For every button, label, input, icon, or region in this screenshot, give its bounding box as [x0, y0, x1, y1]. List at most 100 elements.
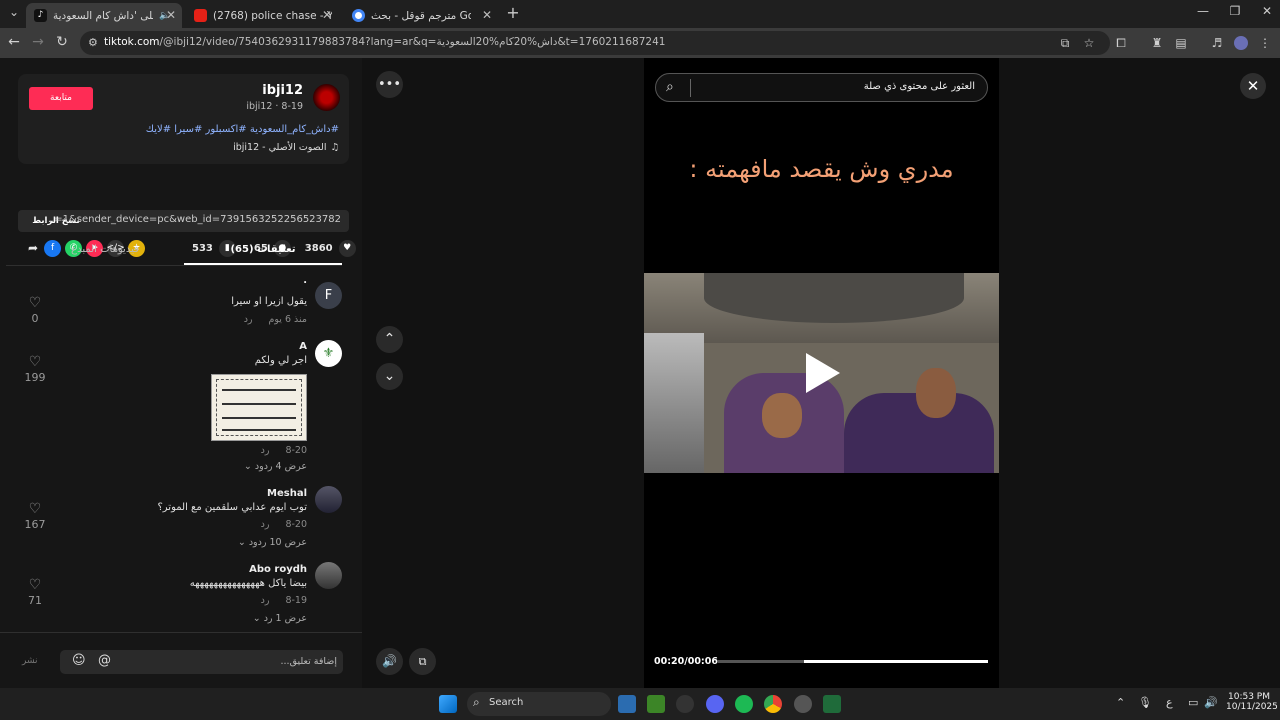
minimize-button[interactable]: —	[1188, 4, 1218, 18]
unity-icon[interactable]	[676, 695, 694, 713]
tab-search-chevron-icon[interactable]: ⌄	[0, 5, 28, 19]
more-options-button[interactable]: •••	[376, 71, 403, 98]
comment-likes: 167	[24, 518, 46, 531]
url-text[interactable]: tiktok.com/@ibji12/video/754036293117988…	[104, 36, 665, 48]
network-icon[interactable]: ▭	[1188, 696, 1198, 709]
tab-google[interactable]: مترجم قوقل - بحث Google ✕	[344, 3, 500, 28]
comment-image-calligraphy[interactable]	[211, 374, 307, 441]
commenter-avatar[interactable]	[315, 486, 342, 513]
hashtags[interactable]: #داش_كام_السعودية #اكسبلور #سيرا #لايك	[146, 124, 339, 135]
profile-avatar-icon[interactable]	[1234, 36, 1248, 50]
back-icon[interactable]: ←	[4, 34, 24, 50]
commenter-avatar-emblem-icon[interactable]: ⚜	[315, 340, 342, 367]
taskbar-search-label: Search	[489, 697, 524, 708]
details-panel: متابعة ibji12 ibji12 · 8-19 #داش_كام_الس…	[0, 58, 362, 688]
reply-button[interactable]: رد	[261, 595, 270, 606]
tab-comments[interactable]: تعليقات (65)	[184, 244, 342, 265]
app-icon[interactable]	[618, 695, 636, 713]
video-frame[interactable]	[644, 273, 999, 473]
view-replies-button[interactable]: عرض 1 رد ⌄	[253, 613, 307, 624]
author-name[interactable]: ibji12	[262, 83, 303, 98]
extensions-icon[interactable]: ⧠	[1114, 36, 1128, 50]
new-tab-button[interactable]: +	[498, 3, 528, 22]
address-bar-row: ← → ↻ ⚙ tiktok.com/@ibji12/video/7540362…	[0, 28, 1280, 58]
taskbar: ⌕ Search ⌃ 🎙 ع ▭ 🔊 10:53 PM 10/11/2025	[0, 688, 1280, 720]
site-info-icon[interactable]: ⚙	[88, 36, 98, 49]
play-icon[interactable]	[806, 353, 840, 393]
install-app-icon[interactable]: ⧉	[1058, 36, 1072, 50]
extension-icon[interactable]: ♜	[1150, 36, 1164, 50]
sidebar-icon[interactable]: ▤	[1174, 36, 1188, 50]
clock[interactable]: 10:53 PM 10/11/2025	[1226, 692, 1278, 712]
tab-title: (2768) police chase - YouTube	[213, 9, 332, 22]
video-player[interactable]: ⌕ العثور على محتوى ذي صلة مدري وش يقصد م…	[644, 58, 999, 688]
share-link-text[interactable]: ...=1&sender_device=pc&web_id=7391563252…	[45, 214, 341, 225]
minecraft-icon[interactable]	[647, 695, 665, 713]
tab-close-icon[interactable]: ✕	[482, 8, 492, 22]
media-icon[interactable]: ♬	[1210, 36, 1224, 50]
tab-close-icon[interactable]: ✕	[322, 8, 332, 22]
excel-icon[interactable]	[823, 695, 841, 713]
omnibox[interactable]: ⚙ tiktok.com/@ibji12/video/7540362931179…	[80, 31, 1110, 55]
spotify-icon[interactable]	[735, 695, 753, 713]
comment-meta: منذ 6 يوم رد	[243, 314, 307, 325]
commenter-name[interactable]: A	[299, 341, 307, 352]
previous-video-button[interactable]: ⌃	[376, 326, 403, 353]
close-window-button[interactable]: ✕	[1252, 4, 1280, 18]
reload-icon[interactable]: ↻	[52, 34, 72, 50]
tab-strip: ⌄ ♪ اعثر على 'داش كام السعودية 🔈 ✕ (2768…	[0, 0, 1280, 28]
tray-chevron-icon[interactable]: ⌃	[1116, 696, 1125, 709]
comment-likes: 199	[24, 371, 46, 384]
taskbar-search[interactable]: ⌕ Search	[467, 692, 611, 716]
related-search-bar[interactable]: ⌕ العثور على محتوى ذي صلة	[655, 73, 988, 102]
commenter-name[interactable]: Meshal	[267, 488, 307, 499]
tab-tiktok[interactable]: ♪ اعثر على 'داش كام السعودية 🔈 ✕	[26, 3, 182, 28]
tab-youtube[interactable]: (2768) police chase - YouTube ✕	[186, 3, 340, 28]
next-video-button[interactable]: ⌄	[376, 363, 403, 390]
reply-button[interactable]: رد	[261, 445, 270, 456]
comment-text: بيضا ياكل هههههههههههههههه	[189, 578, 307, 589]
volume-icon[interactable]: 🔊	[1204, 696, 1218, 709]
commenter-name[interactable]: Abo roydh	[249, 564, 307, 575]
follow-button[interactable]: متابعة	[29, 87, 93, 110]
google-icon	[352, 9, 365, 22]
volume-icon[interactable]: 🔊	[376, 648, 403, 675]
author-avatar[interactable]	[313, 84, 340, 111]
commenter-avatar[interactable]: F	[315, 282, 342, 309]
sound-link[interactable]: ♫الصوت الأصلي - ibji12	[233, 142, 339, 153]
chrome-icon[interactable]	[764, 695, 782, 713]
comment-like-icon[interactable]: ♡	[20, 354, 50, 370]
emoji-icon[interactable]: ☺	[72, 653, 86, 668]
music-note-icon: ♫	[330, 142, 339, 153]
view-replies-button[interactable]: عرض 4 ردود ⌄	[244, 461, 307, 472]
microphone-icon[interactable]: 🎙	[1138, 696, 1152, 709]
commenter-name[interactable]: .	[303, 275, 307, 286]
app-icon[interactable]	[794, 695, 812, 713]
discord-icon[interactable]	[706, 695, 724, 713]
windows-start-icon[interactable]	[439, 695, 457, 713]
language-indicator[interactable]: ع	[1166, 696, 1173, 709]
related-search-text: العثور على محتوى ذي صلة	[863, 81, 975, 92]
maximize-button[interactable]: ❐	[1220, 4, 1250, 18]
reply-button[interactable]: رد	[261, 519, 270, 530]
tab-close-icon[interactable]: ✕	[166, 8, 176, 22]
progress-bar[interactable]	[718, 660, 988, 663]
comment-like-icon[interactable]: ♡	[20, 577, 50, 593]
comment-input[interactable]: ☺ @ إضافة تعليق...	[60, 650, 343, 674]
comment-like-icon[interactable]: ♡	[20, 501, 50, 517]
comment-like-icon[interactable]: ♡	[20, 295, 50, 311]
post-button[interactable]: نشر	[22, 656, 38, 666]
video-time: 00:20/00:06	[654, 656, 718, 667]
floating-player-icon[interactable]: ⧉	[409, 648, 436, 675]
menu-icon[interactable]: ⋮	[1258, 36, 1272, 50]
tab-creator-videos[interactable]: فيديوهات المبدع	[26, 244, 184, 255]
view-replies-button[interactable]: عرض 10 ردود ⌄	[238, 537, 307, 548]
mention-icon[interactable]: @	[98, 653, 111, 668]
bookmark-star-icon[interactable]: ☆	[1082, 36, 1096, 50]
forward-icon[interactable]: →	[28, 34, 48, 50]
comment-meta: 8-20 رد	[260, 519, 307, 530]
commenter-avatar[interactable]	[315, 562, 342, 589]
reply-button[interactable]: رد	[244, 314, 253, 325]
close-video-button[interactable]: ✕	[1240, 73, 1266, 99]
search-icon[interactable]: ⌕	[666, 79, 674, 95]
